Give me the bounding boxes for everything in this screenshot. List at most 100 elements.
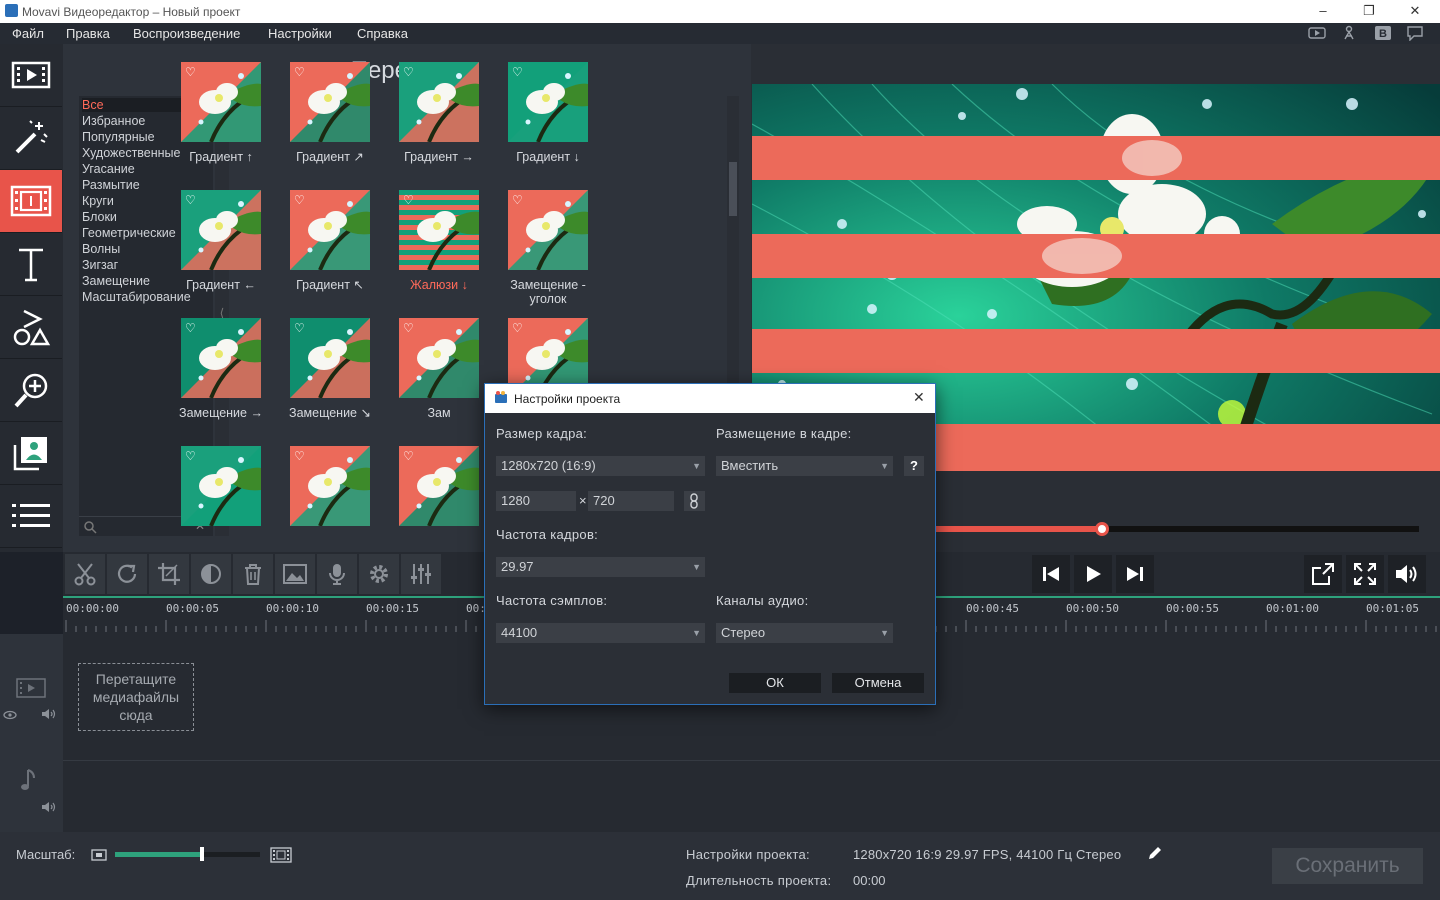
dialog-close-button[interactable]: ✕ bbox=[913, 389, 925, 406]
favorite-heart-icon[interactable]: ♡ bbox=[294, 193, 309, 207]
transition-thumbnail[interactable]: ♡ bbox=[399, 446, 479, 526]
transition-thumbnail[interactable]: ♡ bbox=[181, 318, 261, 398]
help-button[interactable]: ? bbox=[904, 456, 924, 476]
favorite-heart-icon[interactable]: ♡ bbox=[403, 193, 418, 207]
favorite-heart-icon[interactable]: ♡ bbox=[403, 321, 418, 335]
fps-select[interactable]: 29.97 ▼ bbox=[496, 557, 705, 577]
maximize-button[interactable]: ❐ bbox=[1346, 0, 1392, 23]
menu-settings[interactable]: Настройки bbox=[268, 26, 332, 41]
scrollbar-thumb[interactable] bbox=[729, 162, 737, 216]
transition-thumbnail[interactable]: ♡ bbox=[290, 318, 370, 398]
sample-rate-select[interactable]: 44100 ▼ bbox=[496, 623, 705, 643]
favorite-heart-icon[interactable]: ♡ bbox=[185, 449, 200, 463]
transition-thumbnail[interactable]: ♡ bbox=[508, 190, 588, 270]
favorite-heart-icon[interactable]: ♡ bbox=[185, 193, 200, 207]
crop-icon[interactable] bbox=[149, 554, 189, 594]
color-adjust-icon[interactable] bbox=[191, 554, 231, 594]
transition-thumbnail[interactable]: ♡ bbox=[290, 446, 370, 526]
save-button[interactable]: Сохранить bbox=[1272, 848, 1423, 884]
link-ratio-icon[interactable] bbox=[684, 491, 705, 511]
image-icon[interactable] bbox=[275, 554, 315, 594]
placement-select[interactable]: Вместить ▼ bbox=[716, 456, 893, 476]
favorite-heart-icon[interactable]: ♡ bbox=[512, 65, 527, 79]
close-window-button[interactable]: ✕ bbox=[1392, 0, 1438, 23]
menu-help[interactable]: Справка bbox=[357, 26, 408, 41]
category-popular[interactable]: Популярные bbox=[82, 130, 155, 144]
favorite-heart-icon[interactable]: ♡ bbox=[403, 449, 418, 463]
ok-button[interactable]: ОК bbox=[729, 673, 821, 693]
vk-icon[interactable]: В bbox=[1374, 25, 1392, 41]
favorite-heart-icon[interactable]: ♡ bbox=[185, 321, 200, 335]
zoom-in-icon[interactable] bbox=[270, 847, 292, 863]
width-field[interactable]: 1280 bbox=[496, 491, 576, 511]
equalizer-icon[interactable] bbox=[401, 554, 441, 594]
category-fade[interactable]: Угасание bbox=[82, 162, 135, 176]
chat-icon[interactable] bbox=[1406, 25, 1424, 41]
shapes-icon[interactable] bbox=[0, 296, 62, 359]
transitions-icon[interactable] bbox=[0, 170, 62, 233]
titles-icon[interactable] bbox=[0, 233, 62, 296]
track-volume-icon[interactable] bbox=[41, 708, 57, 720]
favorite-heart-icon[interactable]: ♡ bbox=[403, 65, 418, 79]
transition-thumbnail[interactable]: ♡ bbox=[181, 62, 261, 142]
media-drop-zone[interactable]: Перетащите медиафайлы сюда bbox=[78, 663, 194, 731]
height-field[interactable]: 720 bbox=[588, 491, 674, 511]
category-geometric[interactable]: Геометрические bbox=[82, 226, 176, 240]
category-blocks[interactable]: Блоки bbox=[82, 210, 117, 224]
category-zoom[interactable]: Масштабирование bbox=[82, 290, 191, 304]
seek-handle[interactable] bbox=[1094, 522, 1109, 536]
frame-size-select[interactable]: 1280x720 (16:9) ▼ bbox=[496, 456, 705, 476]
favorite-heart-icon[interactable]: ♡ bbox=[512, 193, 527, 207]
favorite-heart-icon[interactable]: ♡ bbox=[294, 65, 309, 79]
microphone-icon[interactable] bbox=[317, 554, 357, 594]
filters-icon[interactable] bbox=[0, 107, 62, 170]
settings-gear-icon[interactable] bbox=[359, 554, 399, 594]
transition-thumbnail[interactable]: ♡ bbox=[290, 62, 370, 142]
transition-thumbnail[interactable]: ♡ bbox=[399, 318, 479, 398]
play-button[interactable] bbox=[1074, 555, 1112, 593]
volume-button[interactable] bbox=[1388, 555, 1426, 593]
transition-thumbnail[interactable]: ♡ bbox=[399, 190, 479, 270]
seek-bar[interactable] bbox=[931, 522, 1419, 536]
category-blur[interactable]: Размытие bbox=[82, 178, 140, 192]
transition-thumbnail[interactable]: ♡ bbox=[290, 190, 370, 270]
youtube-icon[interactable] bbox=[1308, 25, 1326, 41]
transition-thumbnail[interactable]: ♡ bbox=[399, 62, 479, 142]
edit-settings-icon[interactable] bbox=[1147, 845, 1163, 861]
transition-thumbnail[interactable]: ♡ bbox=[508, 62, 588, 142]
import-media-icon[interactable] bbox=[0, 44, 62, 107]
favorite-heart-icon[interactable]: ♡ bbox=[512, 321, 527, 335]
fullscreen-button[interactable] bbox=[1346, 555, 1384, 593]
minimize-button[interactable]: – bbox=[1300, 0, 1346, 23]
category-favorites[interactable]: Избранное bbox=[82, 114, 145, 128]
popout-preview-button[interactable] bbox=[1304, 555, 1342, 593]
transition-thumbnail[interactable]: ♡ bbox=[181, 190, 261, 270]
eye-icon[interactable] bbox=[3, 710, 17, 720]
category-circles[interactable]: Круги bbox=[82, 194, 114, 208]
cancel-button[interactable]: Отмена bbox=[832, 673, 924, 693]
zoom-out-icon[interactable] bbox=[91, 849, 107, 861]
menu-file[interactable]: Файл bbox=[12, 26, 44, 41]
audio-channels-select[interactable]: Стерео ▼ bbox=[716, 623, 893, 643]
favorite-heart-icon[interactable]: ♡ bbox=[294, 321, 309, 335]
scale-handle[interactable] bbox=[200, 847, 204, 861]
menu-playback[interactable]: Воспроизведение bbox=[133, 26, 240, 41]
cut-icon[interactable] bbox=[65, 554, 105, 594]
category-replace[interactable]: Замещение bbox=[82, 274, 150, 288]
chroma-icon[interactable] bbox=[0, 422, 62, 485]
category-zigzag[interactable]: Зигзаг bbox=[82, 258, 118, 272]
audio-volume-icon[interactable] bbox=[41, 801, 57, 813]
favorite-heart-icon[interactable]: ♡ bbox=[185, 65, 200, 79]
delete-icon[interactable] bbox=[233, 554, 273, 594]
zoom-icon[interactable] bbox=[0, 359, 62, 422]
transition-thumbnail[interactable]: ♡ bbox=[181, 446, 261, 526]
scale-slider[interactable] bbox=[115, 847, 260, 861]
previous-frame-button[interactable] bbox=[1032, 555, 1070, 593]
favorite-heart-icon[interactable]: ♡ bbox=[294, 449, 309, 463]
category-waves[interactable]: Волны bbox=[82, 242, 120, 256]
more-icon[interactable] bbox=[0, 485, 62, 548]
next-frame-button[interactable] bbox=[1116, 555, 1154, 593]
rotate-icon[interactable] bbox=[107, 554, 147, 594]
share-icon[interactable] bbox=[1340, 25, 1358, 41]
menu-edit[interactable]: Правка bbox=[66, 26, 110, 41]
